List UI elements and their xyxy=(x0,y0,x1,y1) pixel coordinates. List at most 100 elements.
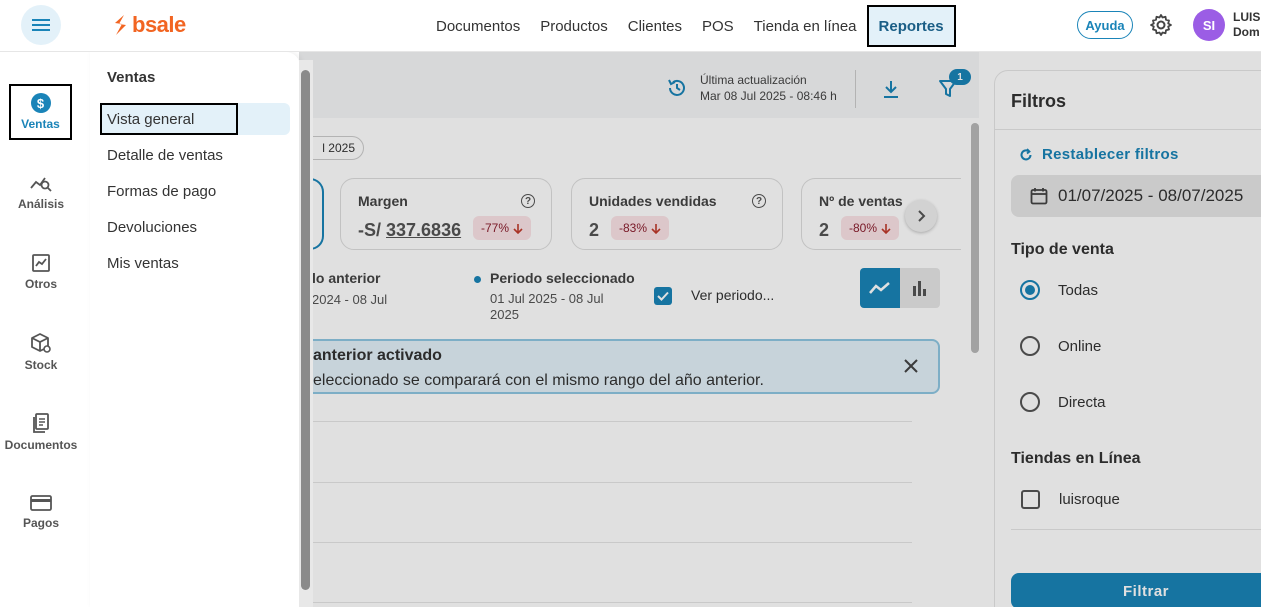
kpi-delta-badge: -83% xyxy=(611,216,670,240)
kpi-card-margen[interactable]: Margen ? -S/ 337.6836 -77% xyxy=(340,178,552,250)
radio-button xyxy=(1020,280,1040,300)
submenu-item-vista-general[interactable]: Vista general xyxy=(100,103,290,135)
previous-period-title: lo anterior xyxy=(312,270,381,286)
report-toolbar: Última actualización Mar 08 Jul 2025 - 0… xyxy=(299,52,979,118)
bsale-logo[interactable]: bsale xyxy=(112,12,186,38)
submenu-item-formas-de-pago[interactable]: Formas de pago xyxy=(100,175,290,207)
nav-documentos[interactable]: Documentos xyxy=(426,5,530,47)
rail-item-otros[interactable]: Otros xyxy=(0,244,82,300)
selected-period-range: 01 Jul 2025 - 08 Jul 2025 xyxy=(490,291,604,322)
gear-icon[interactable] xyxy=(1149,13,1173,37)
bar-chart-button[interactable] xyxy=(900,268,940,308)
date-range-value: 01/07/2025 - 08/07/2025 xyxy=(1058,186,1244,205)
radio-button xyxy=(1020,336,1040,356)
rail-item-label: Pagos xyxy=(22,516,59,530)
rail-item-label: Otros xyxy=(24,277,57,291)
rail-item-pagos[interactable]: Pagos xyxy=(0,484,82,540)
last-update: Última actualización Mar 08 Jul 2025 - 0… xyxy=(666,72,837,104)
top-bar: bsale Documentos Productos Clientes POS … xyxy=(0,0,1261,52)
previous-period-range: 2024 - 08 Jul xyxy=(312,292,388,307)
chevron-right-icon xyxy=(918,210,926,222)
ventas-submenu: Ventas Vista general Detalle de ventas F… xyxy=(90,52,300,607)
report-content: l 2025 Margen ? -S/ 337.6836 -77% Unidad… xyxy=(299,118,979,607)
help-icon[interactable]: ? xyxy=(752,194,766,208)
nav-clientes[interactable]: Clientes xyxy=(618,5,692,47)
date-range-picker[interactable]: 01/07/2025 - 08/07/2025 xyxy=(1011,175,1261,217)
rail-item-label: Stock xyxy=(24,358,58,372)
user-name[interactable]: LUIS Dom xyxy=(1233,10,1260,40)
chart-gridline xyxy=(312,482,912,483)
content-scrollbar[interactable] xyxy=(971,123,979,607)
notice-title: anterior activado xyxy=(313,347,442,364)
check-icon xyxy=(657,291,669,301)
user-name-line2: Dom xyxy=(1233,25,1260,39)
download-icon[interactable] xyxy=(881,78,901,100)
radio-button xyxy=(1020,392,1040,412)
sale-type-title: Tipo de venta xyxy=(1011,241,1114,258)
selected-period-title: Periodo seleccionado xyxy=(490,270,635,286)
nav-reportes[interactable]: Reportes xyxy=(866,5,956,47)
kpi-value: 2 xyxy=(589,220,600,240)
close-icon[interactable] xyxy=(902,357,920,375)
divider xyxy=(1011,529,1261,530)
document-icon xyxy=(33,413,49,433)
card-icon xyxy=(30,495,52,511)
arrow-down-icon xyxy=(881,223,891,234)
submenu-item-detalle-de-ventas[interactable]: Detalle de ventas xyxy=(100,139,290,171)
arrow-down-icon xyxy=(651,223,661,234)
kpi-title: Margen xyxy=(358,193,408,209)
arrow-down-icon xyxy=(513,223,523,234)
box-icon xyxy=(31,333,51,353)
submenu-item-devoluciones[interactable]: Devoluciones xyxy=(100,211,290,243)
rail-item-label: Análisis xyxy=(17,197,65,211)
user-name-line1: LUIS xyxy=(1233,10,1261,24)
store-checkbox-luisroque[interactable]: luisroque xyxy=(1021,490,1120,509)
kpi-card-unidades[interactable]: Unidades vendidas ? 2 -83% xyxy=(571,178,783,250)
avatar[interactable]: SI xyxy=(1193,9,1225,41)
kpi-value: 2 xyxy=(819,220,830,240)
submenu-scrollbar[interactable] xyxy=(299,60,313,607)
ver-periodo-label[interactable]: Ver periodo... xyxy=(691,287,774,303)
help-button[interactable]: Ayuda xyxy=(1077,11,1133,39)
menu-toggle-button[interactable] xyxy=(21,5,61,45)
rail-item-label: Ventas xyxy=(21,117,60,131)
radio-online[interactable]: Online xyxy=(1020,336,1101,356)
reset-filters-button[interactable]: Restablecer filtros xyxy=(1019,146,1179,163)
bar-chart-icon xyxy=(913,281,926,296)
ver-periodo-checkbox[interactable] xyxy=(654,287,672,305)
kpi-title: Unidades vendidas xyxy=(589,193,717,209)
help-icon[interactable]: ? xyxy=(521,194,535,208)
next-kpi-button[interactable] xyxy=(905,200,937,232)
rail-item-ventas[interactable]: $ Ventas xyxy=(9,84,72,140)
bsale-logo-icon xyxy=(115,15,126,35)
kpi-delta-badge: -80% xyxy=(841,216,900,240)
checkbox xyxy=(1021,490,1040,509)
kpi-card-num-ventas[interactable]: Nº de ventas 2 -80% xyxy=(801,178,961,250)
history-icon[interactable] xyxy=(666,77,688,99)
kpi-value: -S/ 337.6836 xyxy=(358,220,462,240)
last-update-time: Mar 08 Jul 2025 - 08:46 h xyxy=(700,89,837,103)
rail-item-label: Documentos xyxy=(4,438,78,452)
comparison-notice: anterior activado eleccionado se compara… xyxy=(299,339,940,394)
dollar-icon: $ xyxy=(30,93,51,113)
kpi-delta-badge: -77% xyxy=(473,216,532,240)
line-chart-button[interactable] xyxy=(860,268,900,308)
line-chart-icon xyxy=(869,282,890,294)
rail-item-stock[interactable]: Stock xyxy=(0,324,82,380)
radio-directa[interactable]: Directa xyxy=(1020,392,1106,412)
radio-todas[interactable]: Todas xyxy=(1020,280,1098,300)
nav-productos[interactable]: Productos xyxy=(530,5,618,47)
logo-text: bsale xyxy=(132,12,186,37)
chart-gridline xyxy=(312,602,912,603)
online-stores-title: Tiendas en Línea xyxy=(1011,450,1141,467)
selected-period-dot xyxy=(474,276,481,283)
chart-icon xyxy=(32,254,50,272)
apply-filters-button[interactable]: Filtrar xyxy=(1011,573,1261,607)
divider xyxy=(995,129,1261,130)
nav-tienda-en-linea[interactable]: Tienda en línea xyxy=(744,5,867,47)
submenu-item-mis-ventas[interactable]: Mis ventas xyxy=(100,247,290,279)
rail-item-analisis[interactable]: Análisis xyxy=(0,164,82,220)
notice-body: eleccionado se comparará con el mismo ra… xyxy=(313,372,764,389)
rail-item-documentos[interactable]: Documentos xyxy=(0,404,82,460)
nav-pos[interactable]: POS xyxy=(692,5,744,47)
